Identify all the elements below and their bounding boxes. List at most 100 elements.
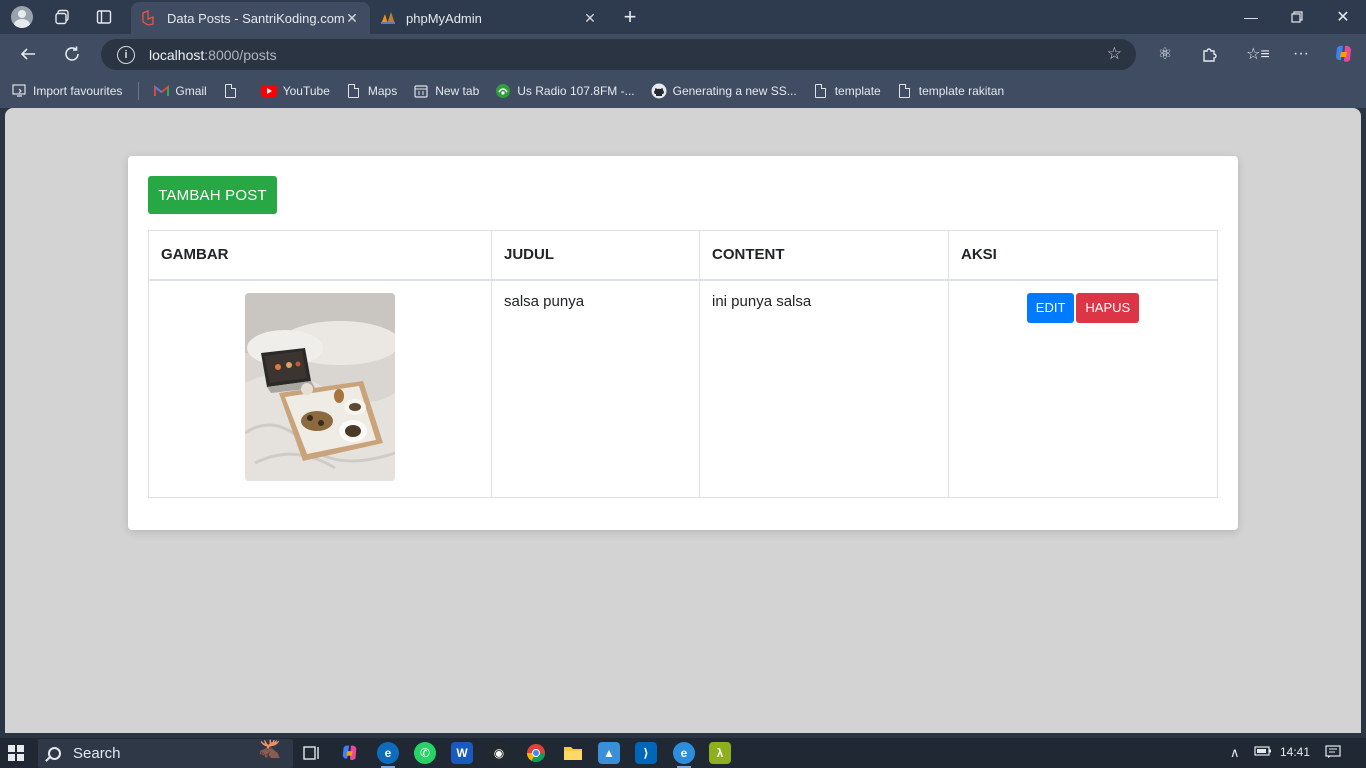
file-explorer-taskbar-icon[interactable]: [562, 742, 584, 764]
page-icon: [223, 83, 239, 99]
youtube-icon: [260, 83, 277, 99]
edit-button[interactable]: EDIT: [1026, 292, 1075, 323]
task-view-icon[interactable]: [301, 742, 323, 764]
taskbar-search[interactable]: Search 🫎: [38, 739, 293, 768]
address-bar[interactable]: i localhost:8000/posts ☆: [101, 39, 1136, 70]
bookmark-divider: [138, 82, 140, 100]
windows-taskbar: Search 🫎 e ✆ W ◉ ▲ ⟩ e λ ∧ 14:41: [0, 738, 1366, 768]
show-hidden-icons-icon[interactable]: ∧: [1230, 745, 1240, 761]
moose-search-highlight-icon: 🫎: [258, 739, 281, 759]
more-menu-icon[interactable]: ···: [1286, 40, 1316, 68]
url-text[interactable]: localhost:8000/posts: [149, 47, 277, 63]
minimize-icon[interactable]: —: [1228, 0, 1274, 34]
bookmark-us-radio[interactable]: Us Radio 107.8FM -...: [495, 83, 635, 99]
url-host: localhost: [149, 46, 205, 63]
bookmark-template-rakitan[interactable]: template rakitan: [897, 83, 1004, 99]
word-taskbar-icon[interactable]: W: [451, 742, 473, 764]
back-arrow-icon[interactable]: [13, 40, 43, 68]
page-viewport: TAMBAH POST GAMBAR JUDUL CONTENT AKSI sa…: [5, 108, 1361, 733]
page-icon: [813, 83, 829, 99]
tab-title: phpMyAdmin: [406, 10, 482, 26]
laragon-taskbar-icon[interactable]: λ: [709, 742, 731, 764]
clock-time[interactable]: 14:41: [1280, 745, 1310, 759]
battery-icon[interactable]: [1254, 745, 1272, 760]
bookmark-youtube[interactable]: YouTube: [260, 83, 330, 99]
bookmark-gmail[interactable]: Gmail: [153, 83, 207, 99]
newtab-icon: [413, 83, 429, 99]
page-icon: [897, 83, 913, 99]
copilot-icon[interactable]: [1329, 40, 1359, 68]
delete-button[interactable]: HAPUS: [1076, 292, 1140, 323]
avatar-icon: [11, 6, 33, 28]
tab-phpmyadmin[interactable]: phpMyAdmin ✕: [370, 2, 608, 34]
phpmyadmin-icon: [381, 12, 395, 24]
profile-avatar[interactable]: [10, 5, 34, 29]
url-path: :8000/posts: [204, 46, 277, 63]
laravel-icon: [142, 10, 154, 26]
notifications-icon[interactable]: [1325, 745, 1341, 762]
post-image-cell: [148, 279, 492, 498]
refresh-icon[interactable]: [57, 40, 87, 68]
bookmark-label: Maps: [367, 84, 398, 98]
site-info-icon[interactable]: i: [117, 45, 135, 64]
bookmark-template[interactable]: template: [813, 83, 881, 99]
close-tab-icon[interactable]: ✕: [582, 10, 598, 27]
radio-icon: [495, 83, 511, 99]
close-window-icon[interactable]: ✕: [1320, 0, 1366, 34]
column-header-content: CONTENT: [699, 230, 949, 281]
tab-data-posts[interactable]: Data Posts - SantriKoding.com ✕: [131, 2, 370, 34]
workspaces-icon[interactable]: [50, 5, 74, 29]
import-icon: [11, 83, 27, 99]
posts-card: TAMBAH POST GAMBAR JUDUL CONTENT AKSI sa…: [128, 156, 1238, 530]
bookmark-new-tab[interactable]: New tab: [413, 83, 479, 99]
post-image: [245, 292, 395, 481]
table-row: salsa punya ini punya salsa EDIT HAPUS: [148, 279, 1218, 498]
column-header-aksi: AKSI: [948, 230, 1218, 281]
search-label: Search: [73, 745, 121, 762]
chrome-taskbar-icon[interactable]: [525, 742, 547, 764]
favorites-icon[interactable]: ☆≡: [1243, 40, 1273, 68]
post-actions: EDIT HAPUS: [948, 279, 1218, 498]
address-toolbar: i localhost:8000/posts ☆ ⚛ ☆≡ ···: [0, 34, 1366, 74]
bookmark-import-favourites[interactable]: Import favourites: [11, 83, 122, 99]
restore-icon[interactable]: [1274, 0, 1320, 34]
post-judul: salsa punya: [491, 279, 700, 498]
bookmark-maps[interactable]: Maps: [346, 83, 397, 99]
edge-taskbar-icon[interactable]: e: [377, 742, 399, 768]
bookmark-label: Generating a new SS...: [672, 84, 797, 98]
bookmark-page[interactable]: [223, 83, 245, 99]
add-post-button[interactable]: TAMBAH POST: [148, 176, 277, 214]
windows-start-icon[interactable]: [8, 745, 24, 761]
react-devtools-icon[interactable]: ⚛: [1150, 40, 1180, 68]
new-tab-icon[interactable]: +: [618, 4, 642, 29]
bookmark-label: YouTube: [282, 84, 330, 98]
extensions-icon[interactable]: [1194, 40, 1224, 68]
browser-titlebar: Data Posts - SantriKoding.com ✕ phpMyAdm…: [0, 0, 1366, 34]
close-tab-icon[interactable]: ✕: [344, 10, 360, 27]
tab-title: Data Posts - SantriKoding.com: [167, 10, 344, 26]
favorite-star-icon[interactable]: ☆: [1107, 44, 1122, 64]
photos-taskbar-icon[interactable]: ▲: [598, 742, 620, 764]
bookmark-label: template: [834, 84, 881, 98]
edge-app-taskbar-icon[interactable]: e: [673, 742, 695, 768]
post-content: ini punya salsa: [699, 279, 949, 498]
search-icon: [48, 747, 61, 760]
gmail-icon: [153, 83, 169, 99]
posts-table: GAMBAR JUDUL CONTENT AKSI salsa punya in…: [148, 230, 1218, 498]
column-header-gambar: GAMBAR: [148, 230, 492, 281]
page-icon: [346, 83, 362, 99]
column-header-judul: JUDUL: [491, 230, 700, 281]
table-header-row: GAMBAR JUDUL CONTENT AKSI: [148, 230, 1218, 281]
tab-actions-icon[interactable]: [92, 5, 116, 29]
bookmark-label: template rakitan: [918, 84, 1005, 98]
whatsapp-taskbar-icon[interactable]: ✆: [414, 742, 436, 764]
bookmarks-bar: Import favourites Gmail YouTube Maps New…: [0, 74, 1366, 108]
vscode-taskbar-icon[interactable]: ⟩: [635, 742, 657, 764]
github-desktop-taskbar-icon[interactable]: ◉: [488, 742, 510, 764]
bookmark-label: Import favourites: [33, 84, 123, 98]
bookmark-label: Gmail: [175, 84, 207, 98]
bookmark-label: New tab: [435, 84, 480, 98]
copilot-taskbar-icon[interactable]: [339, 742, 361, 764]
bookmark-generating-ssh[interactable]: Generating a new SS...: [651, 83, 797, 99]
bookmark-label: Us Radio 107.8FM -...: [517, 84, 635, 98]
